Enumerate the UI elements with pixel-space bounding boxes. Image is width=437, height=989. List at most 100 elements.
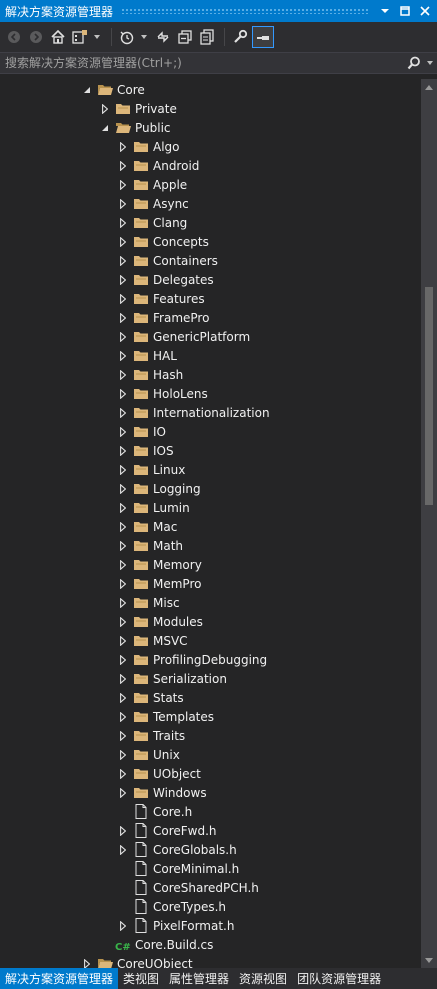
back-icon[interactable] <box>4 26 24 48</box>
collapsed-arrow-icon[interactable] <box>118 916 128 935</box>
search-icon[interactable] <box>405 56 423 70</box>
collapsed-arrow-icon[interactable] <box>118 650 128 669</box>
close-icon[interactable] <box>417 3 433 19</box>
collapsed-arrow-icon[interactable] <box>118 251 128 270</box>
collapsed-arrow-icon[interactable] <box>118 441 128 460</box>
collapsed-arrow-icon[interactable] <box>118 669 128 688</box>
tree-item[interactable]: Core <box>82 80 145 99</box>
tree-item[interactable]: C# Core.Build.cs <box>100 935 213 954</box>
collapsed-arrow-icon[interactable] <box>118 194 128 213</box>
collapse-all-icon[interactable] <box>175 26 195 48</box>
tree-item[interactable]: CoreFwd.h <box>118 821 217 840</box>
tree-item[interactable]: Hash <box>118 365 183 384</box>
show-all-files-icon[interactable] <box>197 26 217 48</box>
collapsed-arrow-icon[interactable] <box>118 593 128 612</box>
collapsed-arrow-icon[interactable] <box>118 707 128 726</box>
history-dropdown-icon[interactable] <box>139 26 149 48</box>
window-position-dropdown-icon[interactable] <box>377 3 393 19</box>
collapsed-arrow-icon[interactable] <box>118 688 128 707</box>
tree-item[interactable]: Windows <box>118 783 207 802</box>
tree-item[interactable]: Memory <box>118 555 202 574</box>
collapsed-arrow-icon[interactable] <box>118 555 128 574</box>
collapsed-arrow-icon[interactable] <box>118 346 128 365</box>
collapsed-arrow-icon[interactable] <box>118 327 128 346</box>
tree-item[interactable]: IOS <box>118 441 174 460</box>
tab-2[interactable]: 属性管理器 <box>164 968 234 989</box>
properties-icon[interactable] <box>230 26 250 48</box>
tree-item[interactable]: HAL <box>118 346 177 365</box>
tree-item[interactable]: Internationalization <box>118 403 270 422</box>
tree-item[interactable]: Containers <box>118 251 218 270</box>
tree-item[interactable]: Lumin <box>118 498 190 517</box>
collapsed-arrow-icon[interactable] <box>118 764 128 783</box>
collapsed-arrow-icon[interactable] <box>118 821 128 840</box>
tree-item[interactable]: Clang <box>118 213 187 232</box>
expanded-arrow-icon[interactable] <box>82 80 92 99</box>
collapsed-arrow-icon[interactable] <box>118 384 128 403</box>
tree-item[interactable]: CoreTypes.h <box>118 897 226 916</box>
tree-item[interactable]: Stats <box>118 688 184 707</box>
collapsed-arrow-icon[interactable] <box>118 460 128 479</box>
forward-icon[interactable] <box>26 26 46 48</box>
tree-item[interactable]: Serialization <box>118 669 227 688</box>
collapsed-arrow-icon[interactable] <box>82 954 92 968</box>
collapsed-arrow-icon[interactable] <box>118 365 128 384</box>
tree-item[interactable]: Delegates <box>118 270 214 289</box>
scrollbar-thumb[interactable] <box>425 287 433 505</box>
collapsed-arrow-icon[interactable] <box>118 270 128 289</box>
tree-item[interactable]: Linux <box>118 460 185 479</box>
collapsed-arrow-icon[interactable] <box>118 612 128 631</box>
collapsed-arrow-icon[interactable] <box>118 783 128 802</box>
collapsed-arrow-icon[interactable] <box>118 631 128 650</box>
sync-icon[interactable] <box>153 26 173 48</box>
search-input[interactable] <box>0 52 405 74</box>
scroll-up-icon[interactable] <box>421 79 437 95</box>
home-icon[interactable] <box>48 26 68 48</box>
scroll-down-icon[interactable] <box>421 952 437 968</box>
expanded-arrow-icon[interactable] <box>100 118 110 137</box>
tree-item[interactable]: CoreGlobals.h <box>118 840 237 859</box>
tree-item[interactable]: Private <box>100 99 177 118</box>
tree-item[interactable]: ProfilingDebugging <box>118 650 267 669</box>
tab-3[interactable]: 资源视图 <box>234 968 292 989</box>
tree-item[interactable]: GenericPlatform <box>118 327 250 346</box>
tree-item[interactable]: FramePro <box>118 308 209 327</box>
tree-item[interactable]: Apple <box>118 175 187 194</box>
preview-selected-items-icon[interactable] <box>252 26 274 48</box>
tree-item[interactable]: Templates <box>118 707 214 726</box>
tree-item[interactable]: MSVC <box>118 631 188 650</box>
collapsed-arrow-icon[interactable] <box>118 536 128 555</box>
tree-item[interactable]: Logging <box>118 479 201 498</box>
tree-item[interactable]: CoreUObject <box>82 954 193 968</box>
vertical-scrollbar[interactable] <box>421 79 437 968</box>
tree-item[interactable]: Public <box>100 118 171 137</box>
history-icon[interactable] <box>117 26 137 48</box>
tree-item[interactable]: Concepts <box>118 232 209 251</box>
collapsed-arrow-icon[interactable] <box>118 479 128 498</box>
tab-0[interactable]: 解决方案资源管理器 <box>0 968 119 989</box>
tree-item[interactable]: Algo <box>118 137 180 156</box>
tree-item[interactable]: MemPro <box>118 574 201 593</box>
collapsed-arrow-icon[interactable] <box>118 213 128 232</box>
collapsed-arrow-icon[interactable] <box>118 726 128 745</box>
collapsed-arrow-icon[interactable] <box>118 308 128 327</box>
collapsed-arrow-icon[interactable] <box>118 232 128 251</box>
tree-item[interactable]: HoloLens <box>118 384 208 403</box>
auto-hide-pin-icon[interactable] <box>397 3 413 19</box>
drag-grip[interactable] <box>121 8 369 14</box>
tree-item[interactable]: PixelFormat.h <box>118 916 234 935</box>
tree-item[interactable]: Core.h <box>118 802 192 821</box>
collapsed-arrow-icon[interactable] <box>100 99 110 118</box>
tree-item[interactable]: CoreMinimal.h <box>118 859 239 878</box>
tree-item[interactable]: Android <box>118 156 199 175</box>
tree-item[interactable]: Async <box>118 194 189 213</box>
collapsed-arrow-icon[interactable] <box>118 156 128 175</box>
search-options-dropdown-icon[interactable] <box>423 61 437 65</box>
collapsed-arrow-icon[interactable] <box>118 175 128 194</box>
tree-item[interactable]: Modules <box>118 612 203 631</box>
tree-item[interactable]: Mac <box>118 517 177 536</box>
tree-item[interactable]: Math <box>118 536 183 555</box>
collapsed-arrow-icon[interactable] <box>118 840 128 859</box>
collapsed-arrow-icon[interactable] <box>118 745 128 764</box>
tab-4[interactable]: 团队资源管理器 <box>292 968 386 989</box>
